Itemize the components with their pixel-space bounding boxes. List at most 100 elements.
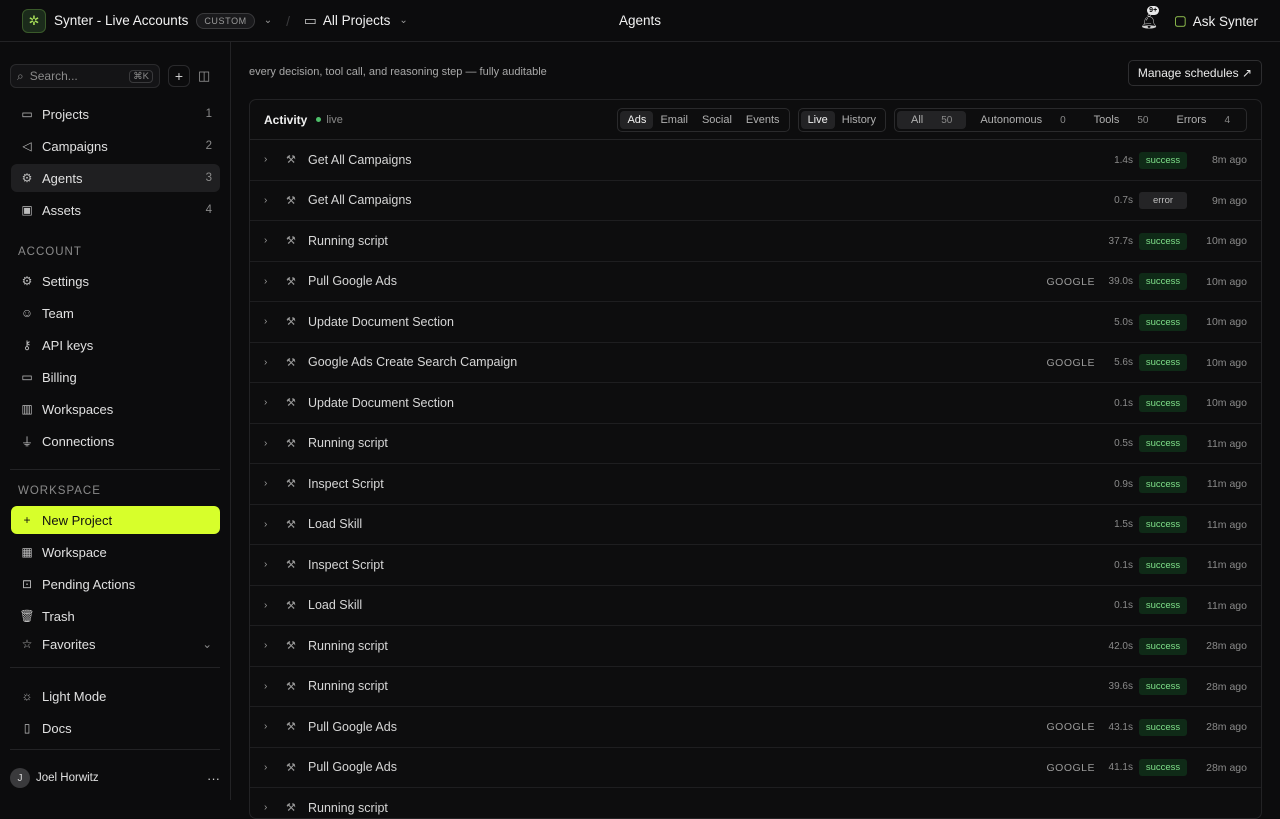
- chevron-right-icon[interactable]: ›: [264, 640, 278, 651]
- activity-row[interactable]: › ⚒ Running script 37.7s success 10m ago: [250, 221, 1261, 262]
- filter-errors[interactable]: Errors 4: [1162, 111, 1244, 129]
- sidebar-item-count: 1: [205, 108, 212, 120]
- collapse-sidebar-button[interactable]: ◫: [198, 68, 210, 84]
- activity-row[interactable]: › ⚒ Inspect Script 0.9s success 11m ago: [250, 464, 1261, 505]
- chevron-right-icon[interactable]: ›: [264, 357, 278, 368]
- workspace-switcher[interactable]: ✲ Synter - Live Accounts CUSTOM ⌄: [0, 0, 272, 42]
- timestamp: 11m ago: [1206, 599, 1247, 612]
- inbox-icon: ⊡: [21, 577, 33, 591]
- chevron-right-icon[interactable]: ›: [264, 802, 278, 813]
- bell-icon: 🔔︎: [1140, 12, 1158, 29]
- sidebar-item-api-keys[interactable]: ⚷ API keys: [11, 331, 220, 359]
- status-badge: success: [1139, 273, 1187, 290]
- plug-icon: ⏚: [20, 434, 33, 449]
- more-icon[interactable]: ···: [207, 771, 220, 786]
- chevron-right-icon[interactable]: ›: [264, 519, 278, 530]
- chat-icon: ▢: [1173, 13, 1187, 28]
- tab-events[interactable]: Events: [739, 111, 787, 129]
- sidebar-item-connections[interactable]: ⏚ Connections: [11, 427, 220, 455]
- chevron-right-icon[interactable]: ›: [264, 397, 278, 408]
- plan-badge: CUSTOM: [196, 12, 255, 29]
- chevron-right-icon[interactable]: ›: [264, 276, 278, 287]
- activity-row[interactable]: › ⚒ Running script 42.0s success 28m ago: [250, 626, 1261, 667]
- provider-label: GOOGLE: [1046, 761, 1095, 774]
- sidebar-item-label: Campaigns: [42, 138, 108, 154]
- chevron-right-icon[interactable]: ›: [264, 559, 278, 570]
- mode-tabs: Live History: [797, 107, 886, 132]
- plus-icon: +: [174, 68, 184, 84]
- chevron-right-icon[interactable]: ›: [264, 600, 278, 611]
- activity-row[interactable]: › ⚒ Running script 39.6s success 28m ago: [250, 667, 1261, 707]
- page-subtitle: every decision, tool call, and reasoning…: [249, 66, 547, 78]
- chevron-right-icon[interactable]: ›: [264, 438, 278, 449]
- chevron-right-icon[interactable]: ›: [264, 235, 278, 246]
- activity-row[interactable]: › ⚒ Inspect Script 0.1s success 11m ago: [250, 545, 1261, 586]
- manage-schedules-button[interactable]: Manage schedules ↗: [1127, 60, 1262, 86]
- new-item-button[interactable]: +: [168, 65, 190, 87]
- new-project-button[interactable]: + New Project: [11, 506, 220, 534]
- activity-row[interactable]: › ⚒ Running script 0.5s success 11m ago: [250, 424, 1261, 464]
- project-selector[interactable]: ▭ All Projects ⌄: [304, 13, 408, 29]
- activity-row[interactable]: › ⚒ Update Document Section 0.1s success 10m …: [250, 383, 1261, 424]
- activity-name: Pull Google Ads: [308, 274, 397, 289]
- timestamp: 11m ago: [1206, 518, 1247, 531]
- duration: 37.7s: [1108, 235, 1133, 247]
- sidebar-item-campaigns[interactable]: ◁ Campaigns 2: [11, 132, 220, 160]
- sidebar-item-pending-actions[interactable]: ⊡ Pending Actions: [11, 570, 220, 598]
- wrench-icon: ⚒: [286, 397, 296, 410]
- project-selector-label: All Projects: [322, 13, 391, 28]
- search-input[interactable]: ⌕ Search... ⌘K: [10, 64, 160, 88]
- favorites-toggle[interactable]: ☆ Favorites ⌄: [11, 630, 220, 658]
- filter-autonomous[interactable]: Autonomous 0: [966, 111, 1079, 129]
- filter-tools[interactable]: Tools 50: [1080, 111, 1163, 129]
- chevron-right-icon[interactable]: ›: [264, 478, 278, 489]
- activity-row[interactable]: › ⚒ Running script: [250, 788, 1261, 818]
- chevron-right-icon[interactable]: ›: [264, 681, 278, 692]
- light-mode-toggle[interactable]: ☼ Light Mode: [11, 682, 220, 710]
- tab-history[interactable]: History: [835, 111, 883, 129]
- activity-row[interactable]: › ⚒ Pull Google Ads GOOGLE 43.1s success 28m a…: [250, 707, 1261, 748]
- tab-live[interactable]: Live: [800, 110, 835, 129]
- timestamp: 28m ago: [1206, 680, 1247, 693]
- activity-name: Inspect Script: [308, 557, 384, 572]
- chevron-right-icon[interactable]: ›: [264, 154, 278, 165]
- chevron-right-icon[interactable]: ›: [264, 316, 278, 327]
- sidebar-item-projects[interactable]: ▭ Projects 1: [11, 100, 220, 128]
- tab-social[interactable]: Social: [695, 111, 739, 129]
- chevron-right-icon[interactable]: ›: [264, 762, 278, 773]
- tab-email[interactable]: Email: [653, 111, 695, 129]
- sidebar-item-assets[interactable]: ▣ Assets 4: [11, 196, 220, 224]
- sidebar-item-billing[interactable]: ▭ Billing: [11, 363, 220, 391]
- chevron-right-icon[interactable]: ›: [264, 721, 278, 732]
- sidebar-item-workspace[interactable]: ▦ Workspace: [11, 538, 220, 566]
- activity-row[interactable]: › ⚒ Get All Campaigns 1.4s success 8m ago: [250, 140, 1261, 181]
- sidebar-item-agents[interactable]: ⚙ Agents 3: [11, 164, 220, 192]
- activity-row[interactable]: › ⚒ Load Skill 1.5s success 11m ago: [250, 505, 1261, 545]
- filter-all[interactable]: All 50: [896, 110, 967, 129]
- tab-ads[interactable]: Ads: [620, 110, 654, 129]
- sidebar-item-workspaces[interactable]: ▥ Workspaces: [11, 395, 220, 423]
- docs-link[interactable]: ▯ Docs: [11, 714, 220, 742]
- wrench-icon: ⚒: [286, 599, 296, 612]
- activity-row[interactable]: › ⚒ Pull Google Ads GOOGLE 41.1s success 28m a…: [250, 748, 1261, 788]
- notifications-button[interactable]: 🔔︎ 9+: [1140, 5, 1160, 30]
- user-menu[interactable]: J Joel Horwitz ···: [10, 768, 220, 788]
- gear-icon: ⚙: [21, 274, 33, 288]
- folder-icon: ▭: [304, 12, 317, 28]
- card-icon: ▭: [21, 370, 33, 384]
- activity-row[interactable]: › ⚒ Update Document Section 5.0s success 10m …: [250, 302, 1261, 343]
- activity-row[interactable]: › ⚒ Pull Google Ads GOOGLE 39.0s success 10m a…: [250, 262, 1261, 302]
- chevron-right-icon[interactable]: ›: [264, 195, 278, 206]
- duration: 39.0s: [1108, 276, 1133, 287]
- channel-tabs: Ads Email Social Events: [617, 107, 790, 132]
- activity-name: Get All Campaigns: [308, 152, 412, 167]
- chevron-down-icon: ⌄: [263, 15, 273, 26]
- sidebar-item-settings[interactable]: ⚙ Settings: [11, 267, 220, 295]
- sidebar-item-team[interactable]: ☺ Team: [11, 299, 220, 327]
- activity-row[interactable]: › ⚒ Get All Campaigns 0.7s error 9m ago: [250, 181, 1261, 221]
- activity-row[interactable]: › ⚒ Load Skill 0.1s success 11m ago: [250, 586, 1261, 626]
- sidebar-item-trash[interactable]: 🗑︎ Trash: [11, 602, 220, 630]
- ask-synter-button[interactable]: ▢ Ask Synter: [1174, 13, 1258, 29]
- activity-row[interactable]: › ⚒ Google Ads Create Search Campaign GOOGL…: [250, 343, 1261, 383]
- duration: 39.6s: [1108, 681, 1133, 692]
